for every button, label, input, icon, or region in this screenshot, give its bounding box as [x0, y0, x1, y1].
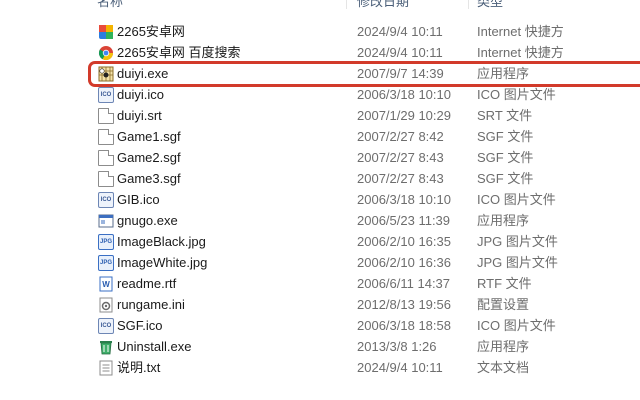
file-date: 2006/3/18 10:10 [357, 192, 451, 207]
file-type: ICO 图片文件 [477, 192, 556, 207]
file-row[interactable]: Game1.sgf 2007/2/27 8:42 SGF 文件 [90, 126, 640, 147]
file-name: duiyi.exe [117, 66, 169, 81]
internet-shortcut-icon [98, 24, 114, 40]
file-type: 文本文档 [477, 360, 530, 375]
config-file-icon [98, 297, 114, 313]
file-date: 2006/2/10 16:36 [357, 255, 451, 270]
column-header-type[interactable]: 类型 [477, 0, 503, 13]
file-type: ICO 图片文件 [477, 318, 556, 333]
jpg-file-icon: JPG [98, 255, 114, 271]
file-type: RTF 文件 [477, 276, 532, 291]
file-type: Internet 快捷方 [477, 24, 564, 39]
ico-file-icon: ICO [98, 87, 114, 103]
word-document-icon: W [98, 276, 114, 292]
file-row-selected[interactable]: duiyi.exe 2007/9/7 14:39 应用程序 [90, 63, 640, 84]
file-name: GIB.ico [117, 192, 160, 207]
document-icon [98, 171, 114, 187]
file-name: readme.rtf [117, 276, 177, 291]
file-date: 2024/9/4 10:11 [357, 45, 443, 60]
file-row[interactable]: W readme.rtf 2006/6/11 14:37 RTF 文件 [90, 273, 640, 294]
file-name: rungame.ini [117, 297, 185, 312]
application-icon [98, 213, 114, 229]
column-divider[interactable] [346, 0, 347, 9]
file-date: 2007/1/29 10:29 [357, 108, 451, 123]
file-row[interactable]: 2265安卓网 百度搜索 2024/9/4 10:11 Internet 快捷方 [90, 42, 640, 63]
ico-file-icon: ICO [98, 318, 114, 334]
document-icon [98, 108, 114, 124]
column-header-name[interactable]: 名称 [97, 0, 123, 13]
file-row[interactable]: JPG ImageBlack.jpg 2006/2/10 16:35 JPG 图… [90, 231, 640, 252]
file-name: Uninstall.exe [117, 339, 192, 354]
file-name: ImageWhite.jpg [117, 255, 208, 270]
file-date: 2007/9/7 14:39 [357, 66, 444, 81]
file-type: ICO 图片文件 [477, 87, 556, 102]
file-date: 2006/5/23 11:39 [357, 213, 451, 228]
file-date: 2007/2/27 8:43 [357, 171, 444, 186]
file-type: SGF 文件 [477, 129, 534, 144]
jpg-file-icon: JPG [98, 234, 114, 250]
file-name: 2265安卓网 百度搜索 [117, 45, 241, 60]
file-type: 配置设置 [477, 297, 530, 312]
file-name: duiyi.ico [117, 87, 164, 102]
file-type: SGF 文件 [477, 150, 534, 165]
file-date: 2024/9/4 10:11 [357, 360, 443, 375]
file-type: 应用程序 [477, 339, 530, 354]
file-row[interactable]: duiyi.srt 2007/1/29 10:29 SRT 文件 [90, 105, 640, 126]
document-icon [98, 129, 114, 145]
file-type: JPG 图片文件 [477, 255, 558, 270]
uninstaller-icon [98, 339, 114, 355]
file-date: 2013/3/8 1:26 [357, 339, 437, 354]
duiyi-app-icon [98, 66, 114, 82]
file-row[interactable]: ICO SGF.ico 2006/3/18 18:58 ICO 图片文件 [90, 315, 640, 336]
file-name: 说明.txt [117, 360, 161, 375]
file-name: ImageBlack.jpg [117, 234, 206, 249]
file-row[interactable]: ICO duiyi.ico 2006/3/18 10:10 ICO 图片文件 [90, 84, 640, 105]
file-date: 2007/2/27 8:42 [357, 129, 444, 144]
file-name: Game1.sgf [117, 129, 181, 144]
file-name: gnugo.exe [117, 213, 178, 228]
file-date: 2006/2/10 16:35 [357, 234, 451, 249]
chrome-shortcut-icon [98, 45, 114, 61]
file-row[interactable]: JPG ImageWhite.jpg 2006/2/10 16:36 JPG 图… [90, 252, 640, 273]
column-divider[interactable] [468, 0, 469, 9]
file-row[interactable]: Game3.sgf 2007/2/27 8:43 SGF 文件 [90, 168, 640, 189]
file-type: JPG 图片文件 [477, 234, 558, 249]
file-name: Game2.sgf [117, 150, 181, 165]
file-row[interactable]: 说明.txt 2024/9/4 10:11 文本文档 [90, 357, 640, 378]
file-name: Game3.sgf [117, 171, 181, 186]
file-type: 应用程序 [477, 66, 530, 81]
file-date: 2006/6/11 14:37 [357, 276, 451, 291]
file-row[interactable]: 2265安卓网 2024/9/4 10:11 Internet 快捷方 [90, 21, 640, 42]
ico-file-icon: ICO [98, 192, 114, 208]
column-header-bar: 名称 修改日期 类型 [0, 0, 640, 13]
file-name: SGF.ico [117, 318, 163, 333]
file-name: duiyi.srt [117, 108, 162, 123]
file-type: SGF 文件 [477, 171, 534, 186]
file-type: 应用程序 [477, 213, 530, 228]
file-row[interactable]: Game2.sgf 2007/2/27 8:43 SGF 文件 [90, 147, 640, 168]
column-header-date[interactable]: 修改日期 [357, 0, 409, 13]
file-date: 2006/3/18 18:58 [357, 318, 451, 333]
svg-text:W: W [102, 280, 110, 289]
file-row[interactable]: gnugo.exe 2006/5/23 11:39 应用程序 [90, 210, 640, 231]
file-date: 2006/3/18 10:10 [357, 87, 451, 102]
file-type: Internet 快捷方 [477, 45, 564, 60]
file-name: 2265安卓网 [117, 24, 185, 39]
document-icon [98, 150, 114, 166]
file-type: SRT 文件 [477, 108, 533, 123]
file-row[interactable]: Uninstall.exe 2013/3/8 1:26 应用程序 [90, 336, 640, 357]
file-date: 2007/2/27 8:43 [357, 150, 444, 165]
file-date: 2012/8/13 19:56 [357, 297, 451, 312]
file-row[interactable]: ICO GIB.ico 2006/3/18 10:10 ICO 图片文件 [90, 189, 640, 210]
file-date: 2024/9/4 10:11 [357, 24, 443, 39]
file-row[interactable]: rungame.ini 2012/8/13 19:56 配置设置 [90, 294, 640, 315]
text-file-icon [98, 360, 114, 376]
